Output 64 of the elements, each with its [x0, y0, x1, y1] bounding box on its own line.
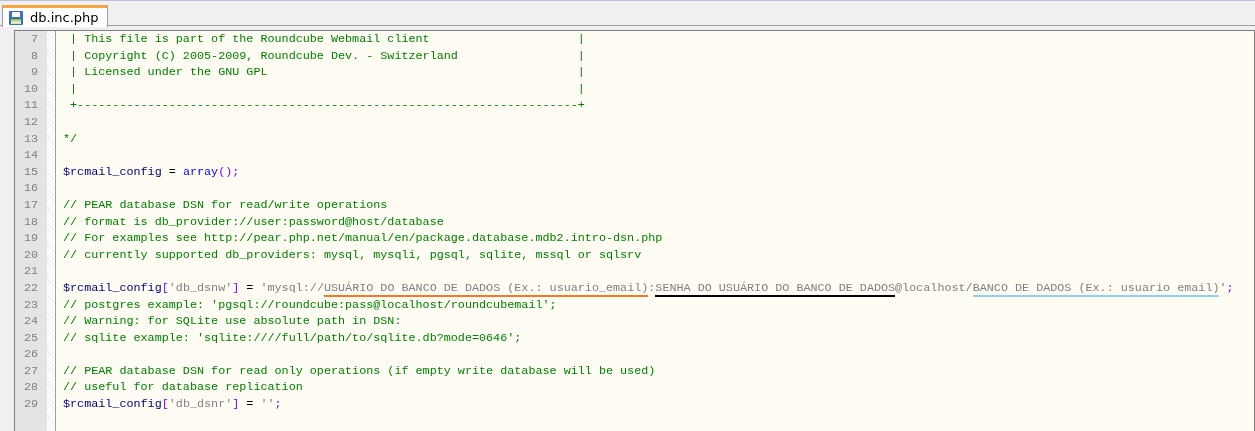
code-comment: // PEAR database DSN for read only operations (if empty write database will be used) [63, 363, 656, 378]
code-token: 'db_dsnr' [168, 397, 233, 412]
code-token: (); [218, 164, 240, 179]
code-token: array [182, 164, 219, 179]
code-token: ] [232, 280, 240, 295]
line-number: 18 [22, 213, 39, 231]
highlighted-code: BANCO DE DADOS (Ex.: usuario email) [972, 280, 1220, 297]
code-token: $rcmail_config [63, 164, 162, 179]
code-comment: // postgres example: 'pgsql://roundcube:pass@localhost/roundcubemail'; [63, 297, 557, 312]
code-token: ' [1219, 280, 1227, 295]
code-comment: | Copyright (C) 2005-2009, Roundcube Dev. - Switzerland | [69, 48, 585, 63]
code-comment: */ [63, 131, 78, 146]
code-token: ; [1226, 280, 1234, 295]
code-token: : [648, 280, 656, 295]
code-comment: | | [69, 81, 585, 96]
line-number: 8 [29, 47, 39, 65]
code-token: [ [161, 397, 169, 412]
save-icon [8, 9, 24, 26]
line-number: 28 [22, 379, 39, 397]
code-token: = [245, 280, 255, 295]
line-number: 13 [22, 130, 39, 148]
line-number: 16 [22, 180, 39, 197]
highlighted-code: USUÁRIO DO BANCO DE DADOS (Ex.: usuario_email) [323, 280, 649, 297]
code-token: '' [260, 397, 275, 412]
code-comment: // sqlite example: 'sqlite:////full/path/to/sqlite.db?mode=0646'; [63, 330, 522, 345]
code-token: $rcmail_config [63, 397, 162, 412]
code-comment: | Licensed under the GNU GPL | [69, 65, 585, 80]
highlighted-code: SENHA DO USUÁRIO DO BANCO DE DADOS [655, 280, 896, 297]
code-token: ] [232, 397, 240, 412]
code-comment: // currently supported db_providers: mysql, mysqli, pgsql, sqlite, mssql or sqlsrv [63, 247, 642, 262]
line-number: 26 [22, 346, 39, 363]
line-number: 17 [22, 196, 39, 214]
line-number: 15 [22, 163, 39, 181]
code-comment: // format is db_provider://user:password@host/database [63, 214, 444, 229]
file-tab[interactable]: db.inc.php [2, 5, 108, 27]
line-number: 14 [22, 147, 39, 164]
code-token: 'mysql:// [260, 280, 324, 295]
line-number: 19 [22, 230, 39, 247]
line-number: 21 [22, 263, 39, 280]
code-token: = [245, 397, 255, 412]
line-number: 25 [22, 329, 39, 347]
code-comment: +-----------------------------------------------------------------------+ [69, 98, 585, 113]
line-number: 29 [22, 396, 39, 413]
line-number: 22 [22, 279, 39, 297]
code-token: 'db_dsnw' [168, 280, 233, 295]
code-token: ; [274, 397, 282, 412]
code-token: $rcmail_config [63, 280, 162, 295]
code-token: = [167, 164, 177, 179]
line-number: 11 [22, 97, 39, 114]
code-comment: // PEAR database DSN for read/write operations [63, 197, 388, 212]
code-comment: // useful for database replication [63, 380, 303, 395]
line-number: 20 [22, 246, 39, 264]
line-number: 9 [29, 64, 39, 81]
code-token: @localhost/ [895, 280, 973, 295]
line-number: 24 [22, 313, 39, 330]
line-number: 27 [22, 362, 39, 380]
line-number: 23 [22, 296, 39, 314]
code-comment: // For examples see http://pear.php.net/manual/en/package.database.mdb2.intro-dsn.php [63, 231, 663, 246]
code-comment: // Warning: for SQLite use absolute path in DSN: [63, 314, 402, 329]
line-number: 10 [22, 80, 39, 98]
code-comment: | This file is part of the Roundcube Webmail client | [69, 32, 585, 46]
line-number: 7 [29, 31, 39, 48]
code-token: [ [161, 280, 169, 295]
line-number: 12 [22, 113, 39, 131]
